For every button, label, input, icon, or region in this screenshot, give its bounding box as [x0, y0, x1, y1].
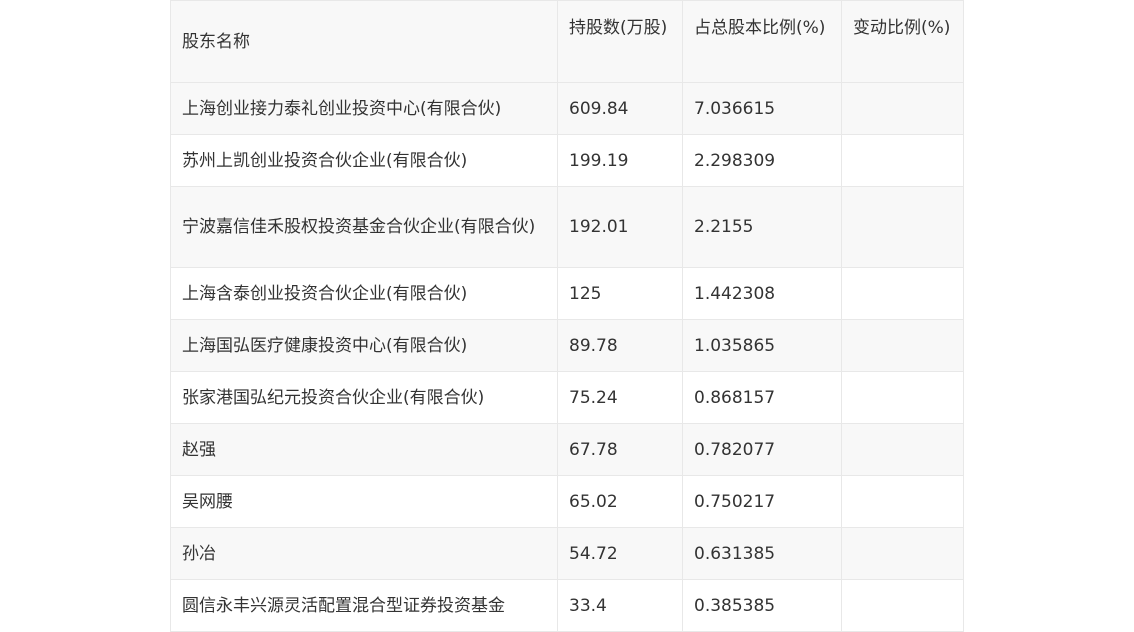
- cell-change-ratio: [841, 186, 964, 268]
- table-header-row: 股东名称 持股数(万股) 占总股本比例(%) 变动比例(%): [170, 0, 964, 83]
- header-shareholder-name: 股东名称: [170, 0, 558, 83]
- cell-shareholder-name: 吴网腰: [170, 475, 558, 528]
- cell-shareholder-name: 苏州上凯创业投资合伙企业(有限合伙): [170, 134, 558, 187]
- cell-share-ratio: 0.782077: [682, 423, 842, 476]
- table-row: 苏州上凯创业投资合伙企业(有限合伙) 199.19 2.298309: [170, 134, 964, 187]
- cell-shares-held: 65.02: [557, 475, 683, 528]
- header-share-ratio: 占总股本比例(%): [682, 0, 842, 83]
- cell-shareholder-name: 圆信永丰兴源灵活配置混合型证券投资基金: [170, 579, 558, 632]
- cell-shares-held: 75.24: [557, 371, 683, 424]
- table-row: 上海创业接力泰礼创业投资中心(有限合伙) 609.84 7.036615: [170, 82, 964, 135]
- header-shares-held: 持股数(万股): [557, 0, 683, 83]
- cell-change-ratio: [841, 134, 964, 187]
- cell-share-ratio: 2.298309: [682, 134, 842, 187]
- cell-shareholder-name: 赵强: [170, 423, 558, 476]
- cell-shares-held: 199.19: [557, 134, 683, 187]
- header-change-ratio: 变动比例(%): [841, 0, 964, 83]
- cell-shares-held: 33.4: [557, 579, 683, 632]
- cell-shares-held: 609.84: [557, 82, 683, 135]
- cell-shareholder-name: 孙冶: [170, 527, 558, 580]
- table-row: 赵强 67.78 0.782077: [170, 423, 964, 476]
- cell-change-ratio: [841, 82, 964, 135]
- table-row: 孙冶 54.72 0.631385: [170, 527, 964, 580]
- cell-change-ratio: [841, 371, 964, 424]
- cell-shareholder-name: 宁波嘉信佳禾股权投资基金合伙企业(有限合伙): [170, 186, 558, 268]
- table-row: 上海国弘医疗健康投资中心(有限合伙) 89.78 1.035865: [170, 319, 964, 372]
- cell-shares-held: 192.01: [557, 186, 683, 268]
- cell-share-ratio: 2.2155: [682, 186, 842, 268]
- cell-shareholder-name: 张家港国弘纪元投资合伙企业(有限合伙): [170, 371, 558, 424]
- cell-change-ratio: [841, 267, 964, 320]
- cell-change-ratio: [841, 475, 964, 528]
- table-row: 宁波嘉信佳禾股权投资基金合伙企业(有限合伙) 192.01 2.2155: [170, 186, 964, 268]
- cell-shares-held: 54.72: [557, 527, 683, 580]
- table-row: 圆信永丰兴源灵活配置混合型证券投资基金 33.4 0.385385: [170, 579, 964, 632]
- cell-shares-held: 89.78: [557, 319, 683, 372]
- shareholder-table-container: 股东名称 持股数(万股) 占总股本比例(%) 变动比例(%) 上海创业接力泰礼创…: [170, 0, 964, 632]
- cell-shares-held: 67.78: [557, 423, 683, 476]
- cell-share-ratio: 0.750217: [682, 475, 842, 528]
- cell-share-ratio: 0.631385: [682, 527, 842, 580]
- table-row: 张家港国弘纪元投资合伙企业(有限合伙) 75.24 0.868157: [170, 371, 964, 424]
- cell-change-ratio: [841, 527, 964, 580]
- table-row: 上海含泰创业投资合伙企业(有限合伙) 125 1.442308: [170, 267, 964, 320]
- cell-share-ratio: 1.035865: [682, 319, 842, 372]
- cell-change-ratio: [841, 423, 964, 476]
- cell-share-ratio: 0.868157: [682, 371, 842, 424]
- table-row: 吴网腰 65.02 0.750217: [170, 475, 964, 528]
- cell-share-ratio: 1.442308: [682, 267, 842, 320]
- cell-change-ratio: [841, 319, 964, 372]
- cell-shares-held: 125: [557, 267, 683, 320]
- shareholder-table: 股东名称 持股数(万股) 占总股本比例(%) 变动比例(%) 上海创业接力泰礼创…: [170, 0, 964, 632]
- cell-shareholder-name: 上海含泰创业投资合伙企业(有限合伙): [170, 267, 558, 320]
- cell-shareholder-name: 上海国弘医疗健康投资中心(有限合伙): [170, 319, 558, 372]
- cell-share-ratio: 7.036615: [682, 82, 842, 135]
- cell-share-ratio: 0.385385: [682, 579, 842, 632]
- cell-change-ratio: [841, 579, 964, 632]
- cell-shareholder-name: 上海创业接力泰礼创业投资中心(有限合伙): [170, 82, 558, 135]
